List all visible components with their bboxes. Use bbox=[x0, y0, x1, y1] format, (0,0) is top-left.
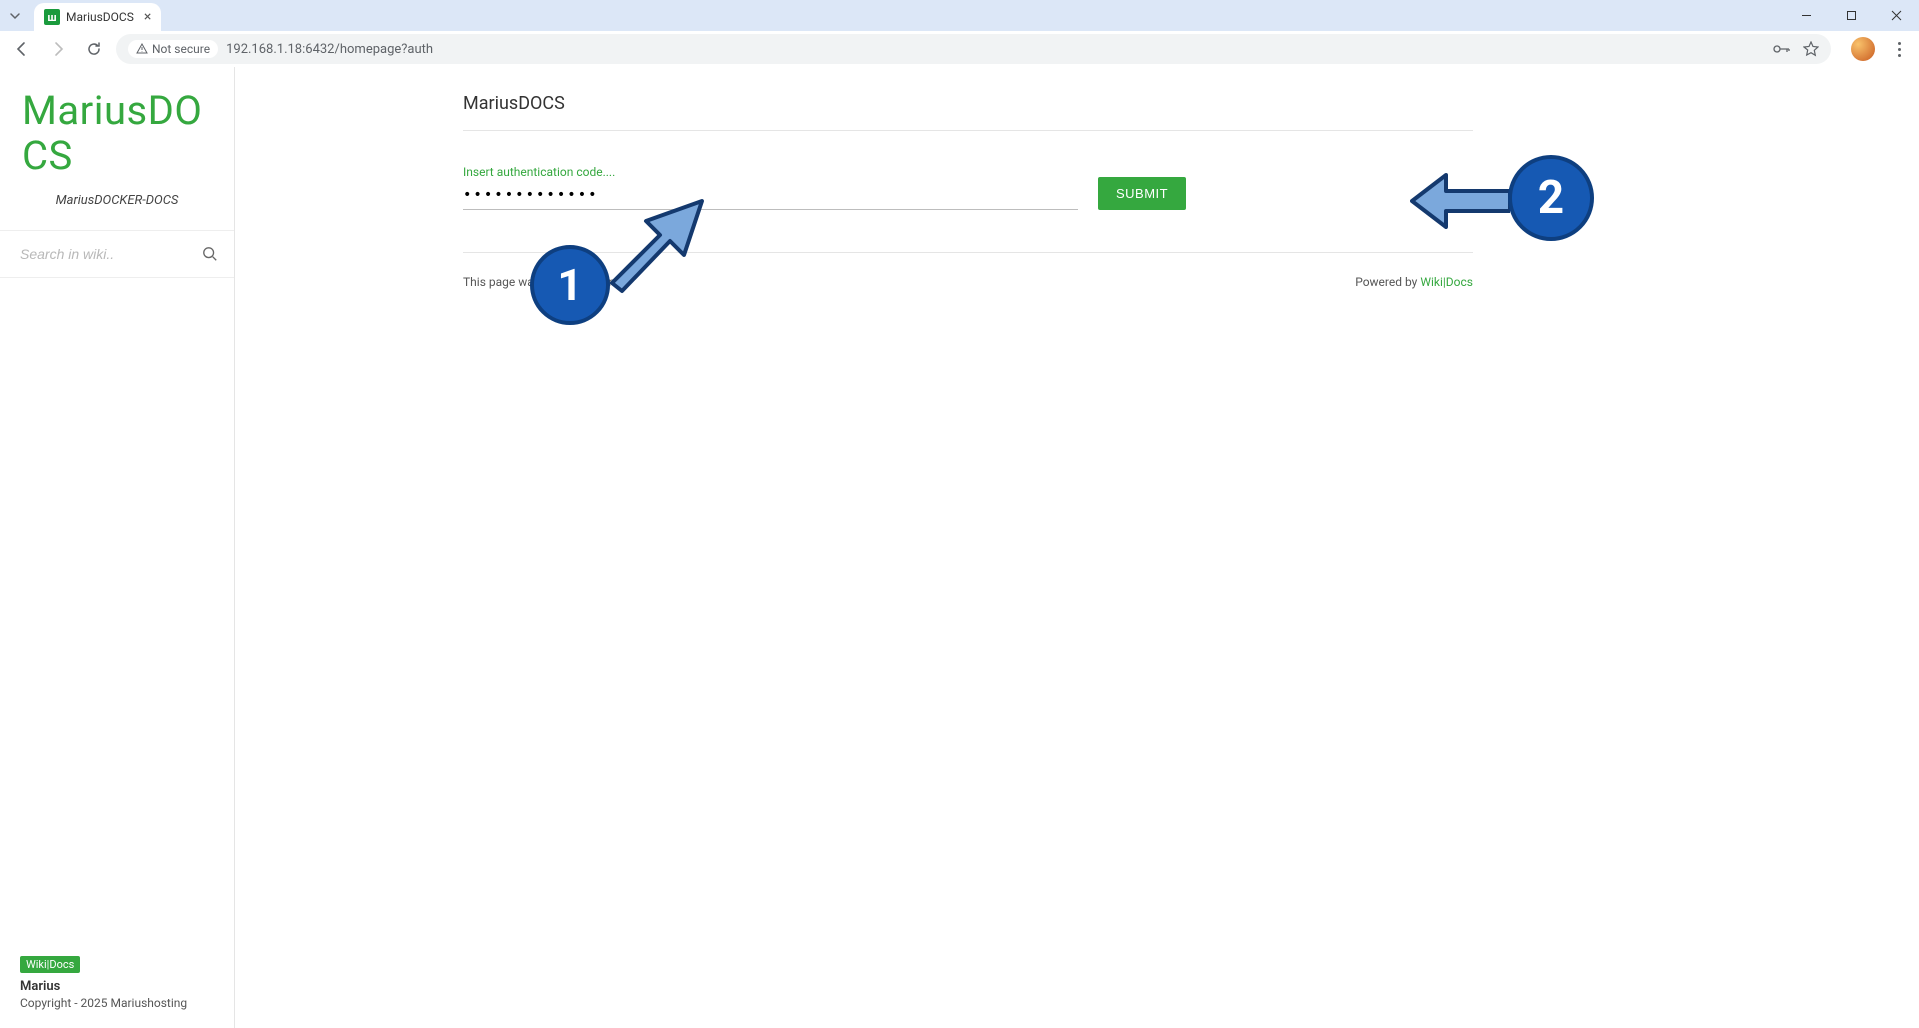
tab-title: MariusDOCS bbox=[66, 10, 134, 24]
bookmark-star-icon[interactable] bbox=[1803, 41, 1819, 57]
url-text: 192.168.1.18:6432/homepage?auth bbox=[226, 42, 433, 57]
tab-favicon: ш bbox=[44, 9, 60, 25]
page-title: MariusDOCS bbox=[463, 67, 1473, 131]
browser-menu-button[interactable] bbox=[1887, 42, 1911, 57]
auth-label: Insert authentication code.... bbox=[463, 165, 1078, 179]
security-label: Not secure bbox=[152, 42, 210, 56]
page-content: MariusDOCS MariusDOCKER-DOCS Wiki|Docs M… bbox=[0, 67, 1919, 1028]
warning-icon bbox=[136, 43, 148, 55]
sidebar: MariusDOCS MariusDOCKER-DOCS Wiki|Docs M… bbox=[0, 67, 235, 1028]
submit-button[interactable]: SUBMIT bbox=[1098, 177, 1186, 210]
footer-author: Marius bbox=[20, 979, 214, 994]
browser-toolbar: Not secure 192.168.1.18:6432/homepage?au… bbox=[0, 31, 1919, 67]
wikidocs-link[interactable]: Wiki|Docs bbox=[1420, 275, 1473, 289]
powered-by: Powered by Wiki|Docs bbox=[1355, 275, 1473, 289]
page-footer: This page was last edited on Powered by … bbox=[463, 253, 1473, 311]
main-area: MariusDOCS Insert authentication code...… bbox=[235, 67, 1919, 1028]
chevron-down-icon bbox=[9, 10, 21, 22]
browser-tab-strip: ш MariusDOCS × bbox=[0, 0, 1919, 31]
window-minimize-button[interactable] bbox=[1784, 0, 1829, 31]
window-maximize-button[interactable] bbox=[1829, 0, 1874, 31]
arrow-right-icon bbox=[50, 41, 66, 57]
auth-section: Insert authentication code.... SUBMIT bbox=[463, 131, 1473, 253]
address-bar[interactable]: Not secure 192.168.1.18:6432/homepage?au… bbox=[116, 34, 1831, 64]
window-close-button[interactable] bbox=[1874, 0, 1919, 31]
nav-back-button[interactable] bbox=[8, 35, 36, 63]
auth-code-input[interactable] bbox=[463, 183, 1078, 210]
search-wrap bbox=[0, 230, 234, 278]
profile-avatar[interactable] bbox=[1851, 37, 1875, 61]
footer-copyright: Copyright - 2025 Mariushosting bbox=[20, 996, 214, 1010]
browser-tab[interactable]: ш MariusDOCS × bbox=[34, 3, 161, 31]
site-subtitle: MariusDOCKER-DOCS bbox=[0, 183, 234, 230]
search-input[interactable] bbox=[20, 246, 202, 262]
nav-forward-button[interactable] bbox=[44, 35, 72, 63]
site-title[interactable]: MariusDOCS bbox=[0, 67, 234, 183]
wikidocs-badge[interactable]: Wiki|Docs bbox=[20, 956, 80, 973]
last-edited-text: This page was last edited on bbox=[463, 275, 615, 289]
close-tab-icon[interactable]: × bbox=[144, 9, 151, 25]
tab-list-dropdown[interactable] bbox=[0, 0, 30, 31]
nav-reload-button[interactable] bbox=[80, 35, 108, 63]
key-icon[interactable] bbox=[1773, 42, 1791, 56]
sidebar-footer: Wiki|Docs Marius Copyright - 2025 Marius… bbox=[0, 946, 234, 1028]
window-controls bbox=[1784, 0, 1919, 31]
reload-icon bbox=[86, 41, 102, 57]
arrow-left-icon bbox=[14, 41, 30, 57]
security-indicator[interactable]: Not secure bbox=[128, 40, 218, 58]
search-icon[interactable] bbox=[202, 245, 218, 263]
